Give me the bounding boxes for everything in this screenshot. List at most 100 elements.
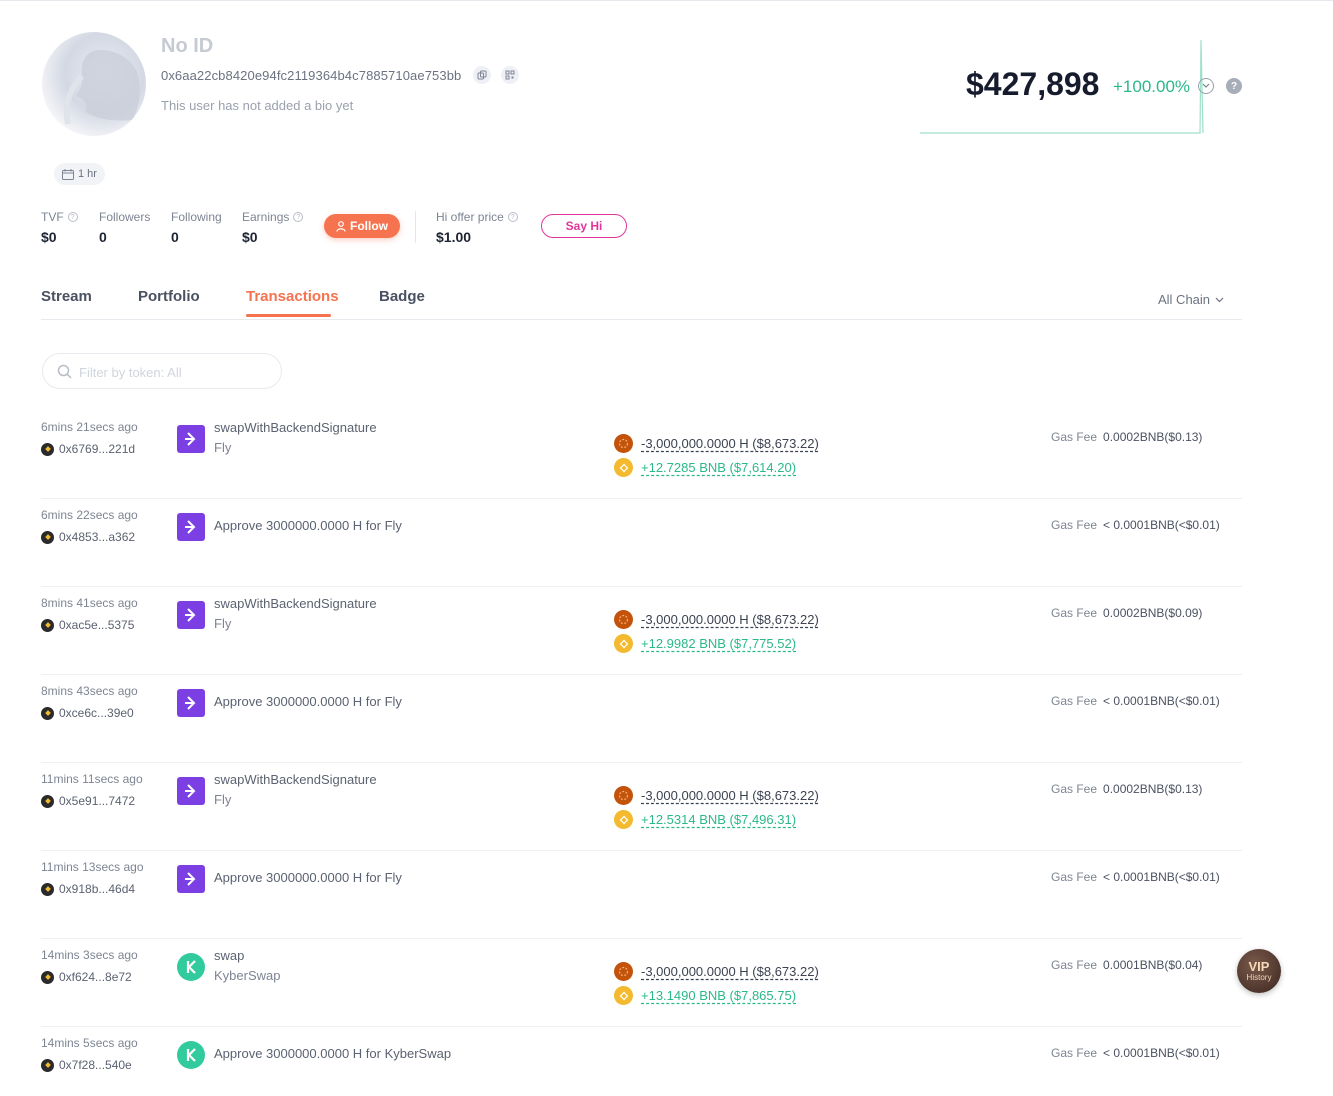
gas-fee-value: < 0.0001BNB(<$0.01) [1103, 518, 1220, 532]
tx-hash: 0x6769...221d [59, 442, 136, 456]
stat-following-label: Following [171, 210, 222, 224]
tab-portfolio[interactable]: Portfolio [138, 288, 200, 305]
tx-token-out[interactable]: -3,000,000.0000 H ($8,673.22) [614, 434, 819, 453]
tx-gas-fee: Gas Fee 0.0002BNB($0.13) [1051, 430, 1202, 444]
transaction-row[interactable]: 8mins 41secs ago 0xac5e...5375 swapWithBac… [41, 587, 1242, 675]
bnb-token-icon [614, 810, 633, 829]
tx-time: 8mins 41secs ago [41, 596, 138, 610]
wallet-address: 0x6aa22cb8420e94fc2119364b4c7885710ae753… [161, 68, 462, 83]
tx-time: 11mins 13secs ago [41, 860, 144, 874]
stat-earnings-value: $0 [242, 229, 258, 245]
account-age: 1 hr [78, 168, 97, 180]
fly-icon [177, 865, 205, 893]
tx-hash: 0xce6c...39e0 [59, 706, 134, 720]
chevron-down-icon [1215, 297, 1224, 302]
vip-sub: History [1246, 972, 1272, 982]
tx-protocol: Fly [214, 792, 232, 807]
token-filter-input[interactable] [79, 362, 269, 382]
transaction-row[interactable]: 6mins 22secs ago 0x4853...a362 Approve 300… [41, 499, 1242, 587]
bnb-token-icon [614, 986, 633, 1005]
tx-function: swap [214, 948, 245, 963]
tx-gas-fee: Gas Fee < 0.0001BNB(<$0.01) [1051, 518, 1220, 532]
tx-token-in-amount: +12.9982 BNB ($7,775.52) [641, 636, 797, 651]
kyberswap-icon [177, 953, 205, 981]
tx-token-in-amount: +13.1490 BNB ($7,865.75) [641, 988, 797, 1003]
profile-bio: This user has not added a bio yet [161, 98, 354, 113]
tx-time: 8mins 43secs ago [41, 684, 138, 698]
vip-history-button[interactable]: VIP History [1237, 949, 1281, 993]
fly-icon [177, 689, 205, 717]
transaction-row[interactable]: 11mins 13secs ago 0x918b...46d4 Approve 30… [41, 851, 1242, 939]
tx-hash-link[interactable]: 0xac5e...5375 [41, 618, 134, 632]
stat-followers[interactable]: Followers 0 [99, 210, 150, 245]
tx-token-out[interactable]: -3,000,000.0000 H ($8,673.22) [614, 786, 819, 805]
active-tab-indicator [246, 314, 331, 317]
gas-fee-value: < 0.0001BNB(<$0.01) [1103, 1046, 1220, 1060]
tx-token-out[interactable]: -3,000,000.0000 H ($8,673.22) [614, 962, 819, 981]
transaction-row[interactable]: 14mins 5secs ago 0x7f28...540e Approve 300… [41, 1027, 1242, 1096]
h-token-icon [614, 434, 633, 453]
transaction-row[interactable]: 8mins 43secs ago 0xce6c...39e0 Approve 300… [41, 675, 1242, 763]
tx-token-out[interactable]: -3,000,000.0000 H ($8,673.22) [614, 610, 819, 629]
tx-hash-link[interactable]: 0x5e91...7472 [41, 794, 135, 808]
fly-icon [177, 777, 205, 805]
tx-token-out-amount: -3,000,000.0000 H ($8,673.22) [641, 788, 819, 803]
tab-stream[interactable]: Stream [41, 288, 92, 305]
transaction-row[interactable]: 11mins 11secs ago 0x5e91...7472 swapWithBa… [41, 763, 1242, 851]
tx-token-in[interactable]: +12.7285 BNB ($7,614.20) [614, 458, 796, 477]
stat-following[interactable]: Following 0 [171, 210, 222, 245]
help-icon[interactable]: ? [507, 212, 518, 222]
tx-hash-link[interactable]: 0xce6c...39e0 [41, 706, 134, 720]
tx-hash-link[interactable]: 0x4853...a362 [41, 530, 135, 544]
copy-icon[interactable] [473, 66, 491, 84]
stat-tvf: TVF? $0 [41, 210, 78, 245]
chain-filter-dropdown[interactable]: All Chain [1158, 292, 1224, 307]
help-icon[interactable]: ? [67, 212, 78, 222]
bnb-token-icon [614, 458, 633, 477]
bnb-chain-icon [41, 794, 54, 808]
stat-hi-offer: Hi offer price? $1.00 [436, 210, 518, 245]
gas-fee-label: Gas Fee [1051, 518, 1098, 532]
tab-transactions[interactable]: Transactions [246, 288, 339, 305]
networth-value: $427,898 [966, 66, 1100, 102]
tx-hash-link[interactable]: 0x6769...221d [41, 442, 135, 456]
tx-token-in[interactable]: +12.5314 BNB ($7,496.31) [614, 810, 796, 829]
tab-badge[interactable]: Badge [379, 288, 425, 305]
stat-tvf-label: TVF [41, 210, 64, 224]
tx-gas-fee: Gas Fee 0.0002BNB($0.09) [1051, 606, 1202, 620]
tx-hash: 0xac5e...5375 [59, 618, 135, 632]
transaction-row[interactable]: 14mins 3secs ago 0xf624...8e72 swap KyberSw… [41, 939, 1242, 1027]
stat-hi-offer-value: $1.00 [436, 229, 472, 245]
tx-protocol: KyberSwap [214, 968, 281, 983]
tx-approve-text: Approve 3000000.0000 H for Fly [214, 870, 402, 885]
qr-code-icon[interactable] [501, 66, 519, 84]
gas-fee-label: Gas Fee [1051, 606, 1098, 620]
tx-token-in[interactable]: +13.1490 BNB ($7,865.75) [614, 986, 796, 1005]
tx-hash-link[interactable]: 0x7f28...540e [41, 1058, 132, 1072]
tx-token-out-amount: -3,000,000.0000 H ($8,673.22) [641, 612, 819, 627]
say-hi-button[interactable]: Say Hi [541, 214, 627, 238]
bnb-chain-icon [41, 970, 54, 984]
help-icon[interactable]: ? [1226, 78, 1242, 94]
tx-token-in-amount: +12.7285 BNB ($7,614.20) [641, 460, 797, 475]
tx-token-in[interactable]: +12.9982 BNB ($7,775.52) [614, 634, 796, 653]
tx-hash: 0x4853...a362 [59, 530, 136, 544]
stat-following-value: 0 [171, 229, 179, 245]
tx-time: 11mins 11secs ago [41, 772, 143, 786]
gas-fee-label: Gas Fee [1051, 958, 1098, 972]
tx-hash: 0x7f28...540e [59, 1058, 132, 1072]
help-icon[interactable]: ? [293, 212, 304, 222]
bnb-chain-icon [41, 442, 54, 456]
chevron-down-circle-icon[interactable] [1198, 78, 1214, 94]
follow-button[interactable]: Follow [324, 214, 400, 238]
tx-time: 14mins 3secs ago [41, 948, 138, 962]
gas-fee-label: Gas Fee [1051, 870, 1098, 884]
tx-hash-link[interactable]: 0xf624...8e72 [41, 970, 132, 984]
tx-protocol: Fly [214, 616, 232, 631]
tx-gas-fee: Gas Fee 0.0002BNB($0.13) [1051, 782, 1202, 796]
search-icon [57, 364, 72, 379]
transaction-row[interactable]: 6mins 21secs ago 0x6769...221d swapWithBac… [41, 411, 1242, 499]
profile-name: No ID [161, 35, 214, 57]
stat-followers-value: 0 [99, 229, 107, 245]
tx-hash-link[interactable]: 0x918b...46d4 [41, 882, 135, 896]
